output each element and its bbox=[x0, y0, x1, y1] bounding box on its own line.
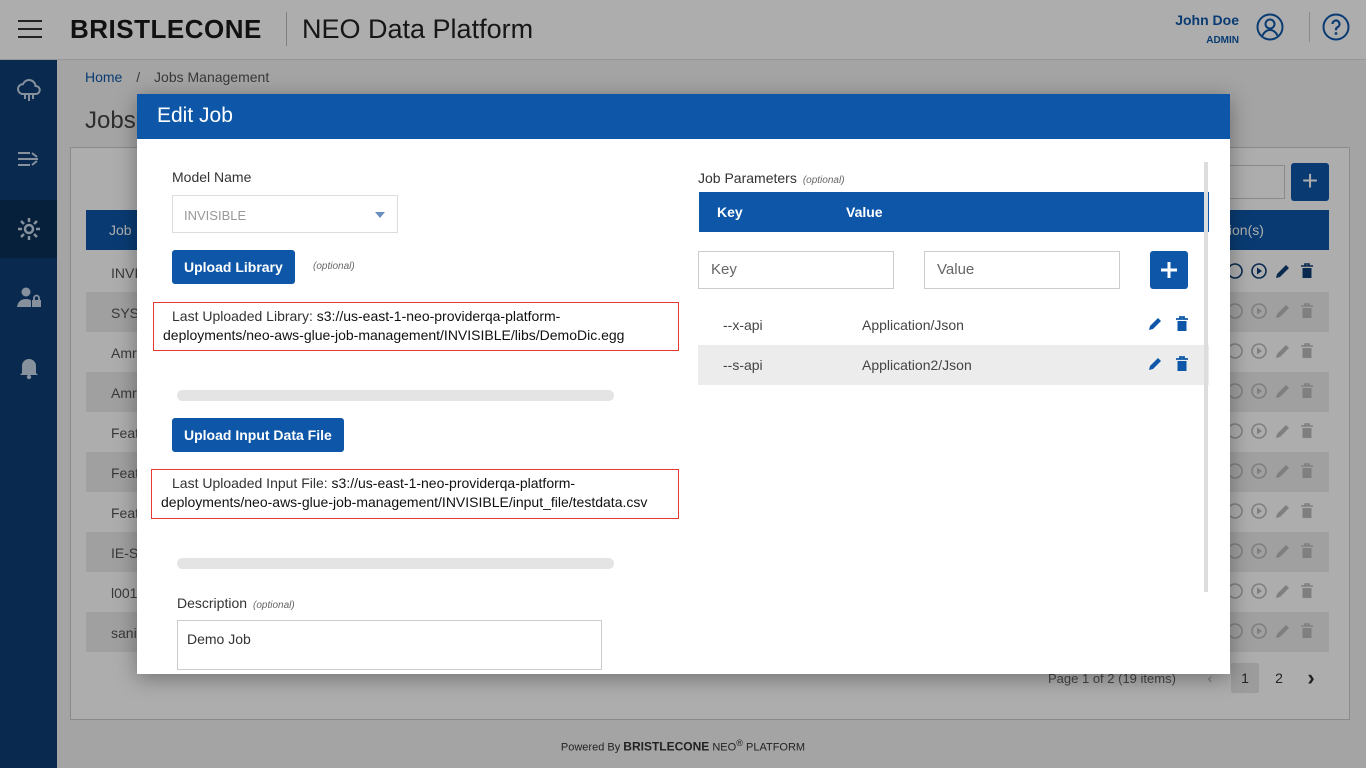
param-value: Application/Json bbox=[862, 317, 964, 333]
job-parameters-table-header: Key Value bbox=[699, 192, 1209, 232]
add-parameter-button[interactable] bbox=[1150, 251, 1188, 289]
job-parameters-label: Job Parameters (optional) bbox=[698, 170, 845, 186]
last-library-label: Last Uploaded Library: bbox=[172, 308, 313, 324]
param-row: --x-api Application/Json bbox=[698, 305, 1209, 345]
param-key-input[interactable]: Key bbox=[698, 251, 894, 289]
upload-library-button[interactable]: Upload Library bbox=[172, 250, 295, 284]
library-upload-progress bbox=[177, 390, 614, 401]
edit-icon[interactable] bbox=[1147, 316, 1163, 332]
param-key: --s-api bbox=[723, 357, 763, 373]
description-label-text: Description bbox=[177, 595, 248, 611]
description-optional: (optional) bbox=[253, 600, 295, 611]
params-key-header: Key bbox=[717, 204, 743, 220]
modal-scrollbar[interactable] bbox=[1204, 162, 1208, 592]
param-row: --s-api Application2/Json bbox=[698, 345, 1209, 385]
model-name-select[interactable]: INVISIBLE bbox=[172, 195, 398, 233]
job-parameters-optional: (optional) bbox=[802, 175, 845, 186]
upload-library-optional: (optional) bbox=[313, 261, 355, 272]
params-value-header: Value bbox=[846, 204, 883, 220]
last-uploaded-input-file: Last Uploaded Input File: s3://us-east-1… bbox=[151, 469, 679, 519]
delete-icon[interactable] bbox=[1175, 356, 1189, 372]
edit-job-modal: Edit Job Model Name INVISIBLE Upload Lib… bbox=[137, 94, 1230, 674]
description-value: Demo Job bbox=[187, 631, 251, 647]
chevron-down-icon bbox=[375, 212, 385, 218]
modal-header: Edit Job bbox=[137, 94, 1230, 139]
description-textarea[interactable]: Demo Job bbox=[177, 620, 602, 670]
upload-input-data-file-button[interactable]: Upload Input Data File bbox=[172, 418, 344, 452]
model-name-label: Model Name bbox=[172, 169, 252, 185]
param-key: --x-api bbox=[723, 317, 763, 333]
last-uploaded-library: Last Uploaded Library: s3://us-east-1-ne… bbox=[153, 302, 679, 351]
plus-icon bbox=[1161, 262, 1177, 278]
edit-icon[interactable] bbox=[1147, 356, 1163, 372]
job-parameters-label-text: Job Parameters bbox=[698, 170, 797, 186]
modal-title: Edit Job bbox=[157, 104, 233, 127]
param-value-input[interactable]: Value bbox=[924, 251, 1120, 289]
description-label: Description (optional) bbox=[177, 595, 295, 611]
input-file-upload-progress bbox=[177, 558, 614, 569]
delete-icon[interactable] bbox=[1175, 316, 1189, 332]
param-value: Application2/Json bbox=[862, 357, 972, 373]
model-name-value: INVISIBLE bbox=[184, 208, 247, 223]
last-input-label: Last Uploaded Input File: bbox=[172, 475, 328, 491]
